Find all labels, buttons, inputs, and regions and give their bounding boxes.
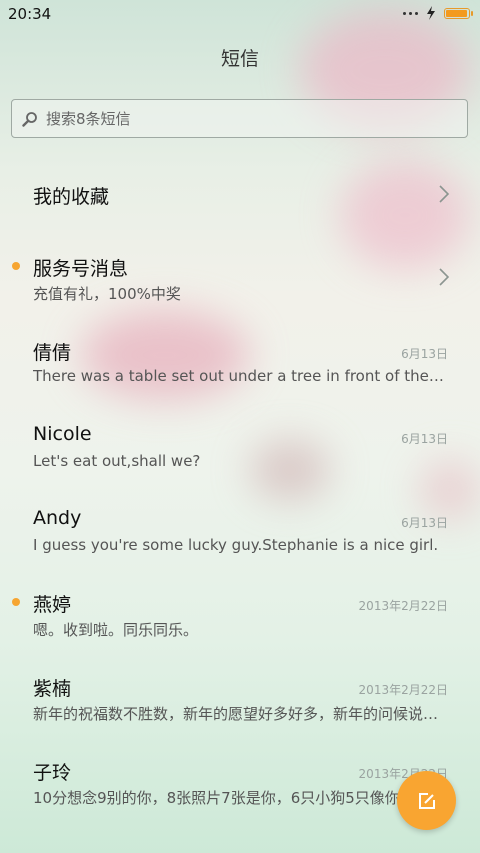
contact-name: 子玲 <box>33 762 72 784</box>
message-date: 6月13日 <box>401 432 448 446</box>
conversation-row[interactable]: 倩倩 6月13日 There was a table set out under… <box>0 336 480 396</box>
search-input[interactable] <box>44 108 448 129</box>
message-date: 6月13日 <box>401 516 448 530</box>
message-snippet: 10分想念9别的你，8张照片7张是你，6只小狗5只像你 <box>33 789 400 807</box>
favorites-item[interactable]: 我的收藏 <box>0 170 480 220</box>
message-snippet: 嗯。收到啦。同乐同乐。 <box>33 621 199 639</box>
unread-dot <box>12 262 20 270</box>
favorites-label: 我的收藏 <box>33 186 110 208</box>
message-snippet: I guess you're some lucky guy.Stephanie … <box>33 536 439 554</box>
status-bar: 20:34 <box>0 0 480 28</box>
message-date: 2013年2月22日 <box>358 599 448 613</box>
chevron-right-icon <box>439 185 450 203</box>
message-date: 2013年2月22日 <box>358 683 448 697</box>
message-snippet: Let's eat out,shall we? <box>33 452 201 470</box>
message-snippet: There was a table set out under a tree i… <box>33 367 447 385</box>
battery-icon <box>444 7 473 19</box>
contact-name: Nicole <box>33 423 92 445</box>
conversation-row[interactable]: Andy 6月13日 I guess you're some lucky guy… <box>0 505 480 565</box>
conversation-row[interactable]: Nicole 6月13日 Let's eat out,shall we? <box>0 421 480 481</box>
status-icons <box>403 6 473 20</box>
service-messages-snippet: 充值有礼，100%中奖 <box>33 285 181 303</box>
charging-icon <box>427 6 435 20</box>
search-icon <box>22 111 37 127</box>
chevron-right-icon <box>439 268 450 286</box>
conversation-row[interactable]: 紫楠 2013年2月22日 新年的祝福数不胜数，新年的愿望好多好多，新年的问候说… <box>0 672 480 732</box>
message-snippet: 新年的祝福数不胜数，新年的愿望好多好多，新年的问候说不完 <box>33 705 447 723</box>
compose-button[interactable] <box>397 771 456 830</box>
contact-name: 燕婷 <box>33 594 72 616</box>
service-messages-item[interactable]: 服务号消息 充值有礼，100%中奖 <box>0 252 480 308</box>
page-title: 短信 <box>220 48 259 70</box>
search-bar[interactable] <box>11 99 468 138</box>
signal-dots-icon <box>403 11 418 15</box>
message-date: 6月13日 <box>401 347 448 361</box>
contact-name: Andy <box>33 507 82 529</box>
contact-name: 倩倩 <box>33 342 72 364</box>
unread-dot <box>12 598 20 606</box>
service-messages-label: 服务号消息 <box>33 258 129 280</box>
conversation-row[interactable]: 燕婷 2013年2月22日 嗯。收到啦。同乐同乐。 <box>0 588 480 648</box>
contact-name: 紫楠 <box>33 678 72 700</box>
status-time: 20:34 <box>8 5 52 23</box>
compose-icon <box>418 792 435 809</box>
